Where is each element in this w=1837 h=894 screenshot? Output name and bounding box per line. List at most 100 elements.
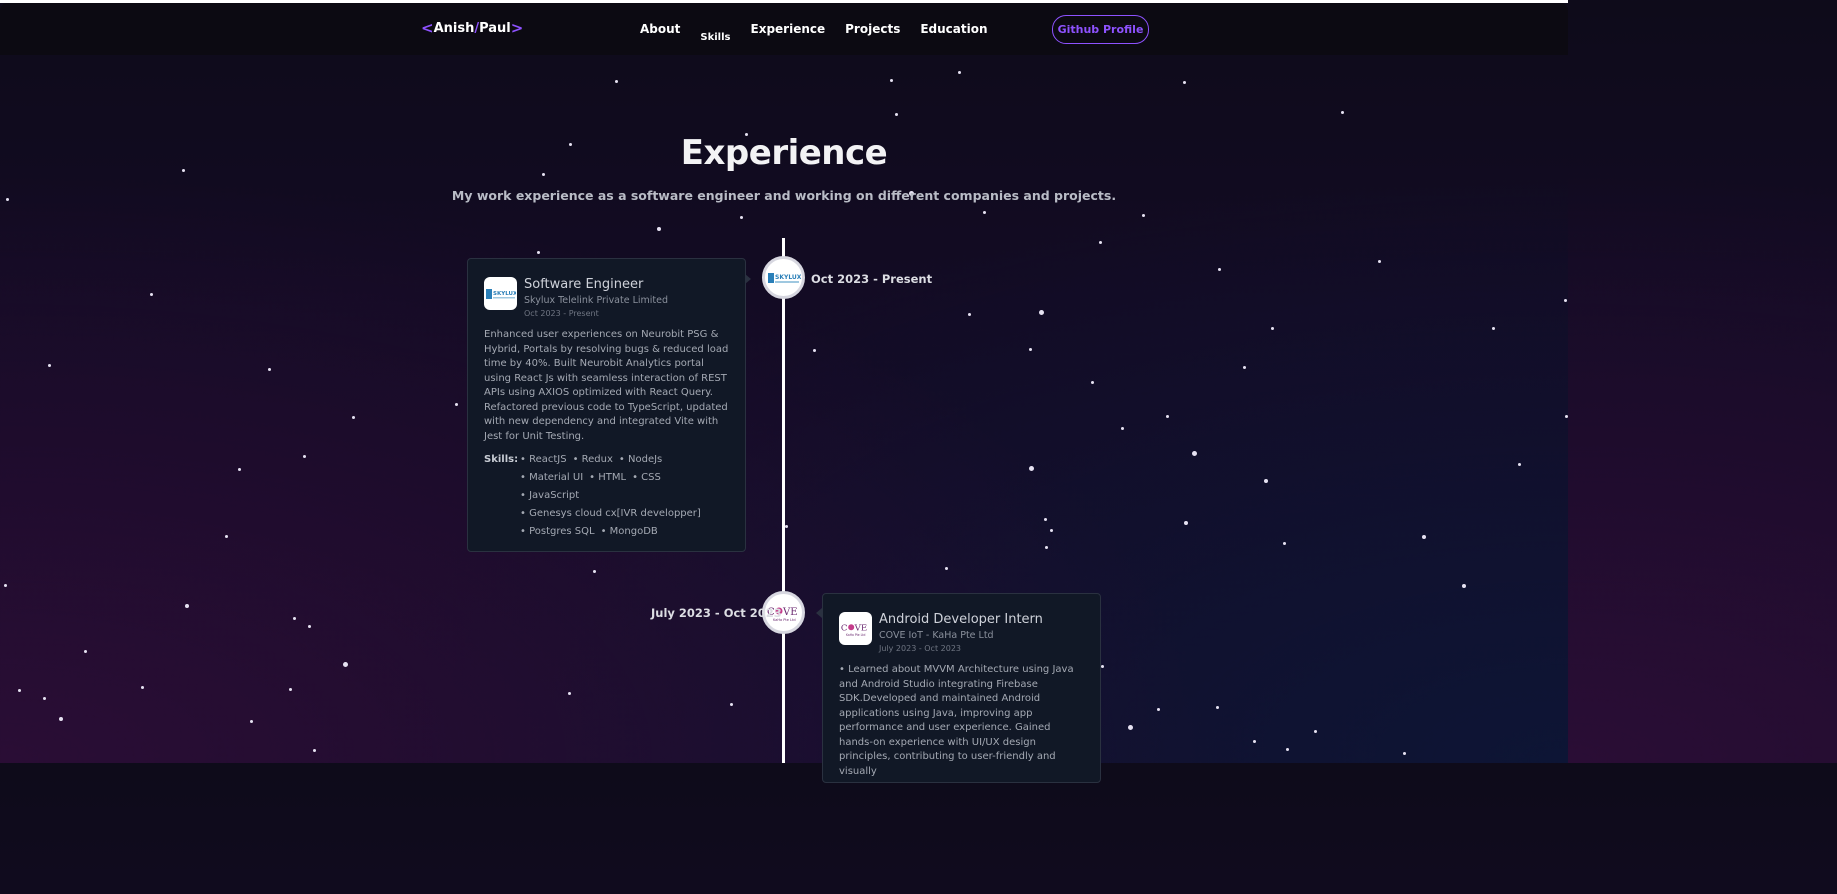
skill-item: • Material UI (520, 472, 584, 483)
section-subtitle: My work experience as a software enginee… (451, 188, 1117, 203)
star (1378, 260, 1381, 263)
nav-links: About Skills Experience Projects Educati… (640, 22, 988, 43)
svg-text:SKYLUX: SKYLUX (775, 274, 801, 281)
star (59, 717, 63, 721)
star (813, 349, 816, 352)
github-profile-button[interactable]: Github Profile (1052, 15, 1149, 44)
cove-logo-icon: C VE KaHa Pte Ltd (841, 623, 867, 636)
star (1341, 111, 1344, 114)
skills-row: Skills: • ReactJS • Redux • NodeJs • Mat… (484, 454, 729, 544)
timeline-line (782, 238, 785, 763)
star (4, 584, 7, 587)
skill-item: • JavaScript (520, 490, 580, 501)
star (1271, 327, 1274, 330)
star (289, 688, 292, 691)
star (1218, 268, 1221, 271)
job-description: Enhanced user experiences on Neurobit PS… (484, 329, 729, 442)
navbar: < Anish / Paul > About Skills Experience… (0, 3, 1568, 55)
star (657, 227, 661, 231)
star (568, 692, 571, 695)
star (1029, 466, 1034, 471)
skill-item: • Genesys cloud cx[IVR developper] (520, 508, 701, 519)
job-dates: Oct 2023 - Present (524, 309, 599, 318)
star (185, 604, 189, 608)
star (18, 689, 21, 692)
nav-link-experience[interactable]: Experience (751, 22, 826, 43)
experience-card-skylux[interactable]: SKYLUX Software Engineer Skylux Telelink… (467, 258, 746, 552)
section-title: Experience (680, 133, 888, 173)
job-role: Software Engineer (524, 277, 644, 292)
star (455, 403, 458, 406)
star (1142, 214, 1145, 217)
star (895, 113, 898, 116)
skills-label: Skills: (484, 454, 519, 465)
star (1565, 415, 1568, 418)
skill-item: • Postgres SQL (520, 526, 595, 537)
star (250, 720, 253, 723)
skill-item: • ReactJS (520, 454, 567, 465)
star (1050, 529, 1053, 532)
skills-list: • ReactJS • Redux • NodeJs • Material UI… (520, 454, 729, 544)
star (1183, 81, 1186, 84)
nav-link-projects[interactable]: Projects (845, 22, 900, 43)
star (1121, 427, 1124, 430)
skill-item: • NodeJs (618, 454, 663, 465)
star (1314, 730, 1317, 733)
star (1492, 327, 1495, 330)
company-name: Skylux Telelink Private Limited (524, 295, 669, 306)
skylux-logo-icon: SKYLUX (767, 272, 801, 283)
timeline-date-cove: July 2023 - Oct 2023 (651, 606, 782, 620)
star (1564, 299, 1567, 302)
job-description: • Learned about MVVM Architecture using … (839, 664, 1074, 777)
star (542, 173, 545, 176)
skill-item: • HTML (589, 472, 627, 483)
nav-link-education[interactable]: Education (920, 22, 987, 43)
star (1128, 725, 1133, 730)
star (1099, 241, 1102, 244)
nav-link-skills[interactable]: Skills (700, 32, 730, 43)
star (1403, 752, 1406, 755)
star (293, 617, 296, 620)
star (785, 525, 788, 528)
star (1422, 535, 1426, 539)
star (945, 567, 948, 570)
star (1029, 348, 1032, 351)
star (1039, 310, 1044, 315)
star (268, 368, 271, 371)
skill-item: • Redux (572, 454, 613, 465)
star (740, 216, 743, 219)
nav-link-about[interactable]: About (640, 22, 680, 43)
star (1091, 381, 1094, 384)
star (958, 71, 961, 74)
site-logo[interactable]: < Anish / Paul > (421, 19, 523, 37)
star (84, 650, 87, 653)
company-name: COVE IoT - KaHa Pte Ltd (879, 630, 994, 641)
star (983, 211, 986, 214)
skylux-logo-icon: SKYLUX (485, 288, 516, 299)
skill-item: • MongoDB (600, 526, 658, 537)
window-top-edge (0, 0, 1568, 3)
skill-item: • CSS (632, 472, 661, 483)
star (1044, 518, 1047, 521)
star (1184, 521, 1188, 525)
star (890, 79, 893, 82)
star (1462, 584, 1466, 588)
company-logo: SKYLUX (484, 277, 517, 310)
star (1286, 748, 1289, 751)
experience-card-cove[interactable]: C VE KaHa Pte Ltd Android Developer Inte… (822, 593, 1101, 783)
star (352, 416, 355, 419)
star (593, 570, 596, 573)
company-logo: C VE KaHa Pte Ltd (839, 612, 872, 645)
star (150, 293, 153, 296)
star (1192, 451, 1197, 456)
star (1253, 740, 1256, 743)
star (730, 703, 733, 706)
star (537, 251, 540, 254)
star (968, 313, 971, 316)
star (225, 535, 228, 538)
star (1157, 708, 1160, 711)
star (1216, 706, 1219, 709)
star (1243, 366, 1246, 369)
job-role: Android Developer Intern (879, 612, 1043, 627)
star (303, 455, 306, 458)
